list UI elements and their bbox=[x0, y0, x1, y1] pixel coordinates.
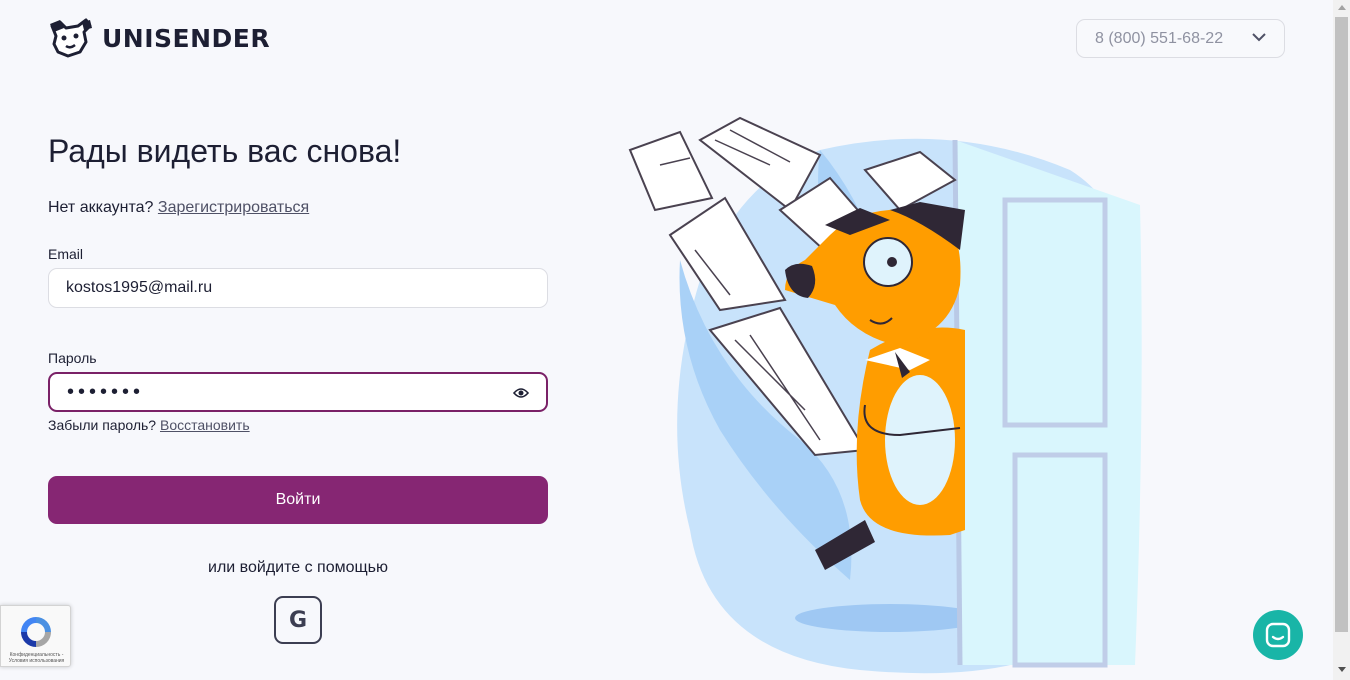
email-value: kostos1995@mail.ru bbox=[66, 279, 213, 296]
google-login-button[interactable]: G bbox=[274, 596, 322, 644]
no-account-line: Нет аккаунта? Зарегистрироваться bbox=[48, 199, 309, 217]
forgot-text: Забыли пароль? bbox=[48, 417, 157, 433]
google-icon: G bbox=[288, 607, 308, 633]
scrollbar-thumb[interactable] bbox=[1335, 17, 1348, 632]
or-login-with-text: или войдите с помощью bbox=[208, 559, 388, 576]
recaptcha-badge[interactable]: Конфиденциальность - Условия использован… bbox=[0, 605, 71, 667]
recaptcha-icon bbox=[21, 617, 51, 647]
login-button[interactable]: Войти bbox=[48, 476, 548, 524]
phone-number: 8 (800) 551-68-22 bbox=[1095, 29, 1224, 47]
password-value: ••••••• bbox=[67, 381, 145, 403]
email-field[interactable]: kostos1995@mail.ru bbox=[48, 268, 548, 308]
page-title: Рады видеть вас снова! bbox=[48, 133, 402, 169]
scroll-up-arrow-icon[interactable] bbox=[1338, 5, 1346, 10]
restore-link[interactable]: Восстановить bbox=[160, 417, 250, 433]
forgot-line: Забыли пароль? Восстановить bbox=[48, 417, 250, 433]
scroll-down-arrow-icon[interactable] bbox=[1338, 667, 1346, 672]
register-link[interactable]: Зарегистрироваться bbox=[158, 199, 309, 216]
recaptcha-text[interactable]: Конфиденциальность - Условия использован… bbox=[3, 652, 70, 664]
chevron-down-icon bbox=[1252, 33, 1266, 42]
chat-bubble-icon bbox=[1265, 622, 1291, 648]
eye-icon[interactable] bbox=[513, 386, 529, 400]
logo-text: UNISENDER bbox=[102, 23, 271, 53]
no-account-text: Нет аккаунта? bbox=[48, 199, 154, 216]
password-field[interactable]: ••••••• bbox=[48, 372, 548, 412]
chat-button[interactable] bbox=[1253, 610, 1303, 660]
phone-select[interactable]: 8 (800) 551-68-22 bbox=[1076, 19, 1285, 58]
fox-door-illustration bbox=[628, 116, 1142, 674]
dog-head-logo-icon bbox=[50, 18, 92, 58]
page-scrollbar[interactable] bbox=[1333, 0, 1350, 680]
email-label: Email bbox=[48, 246, 84, 262]
password-label: Пароль bbox=[48, 350, 97, 366]
logo[interactable]: UNISENDER bbox=[48, 18, 270, 58]
